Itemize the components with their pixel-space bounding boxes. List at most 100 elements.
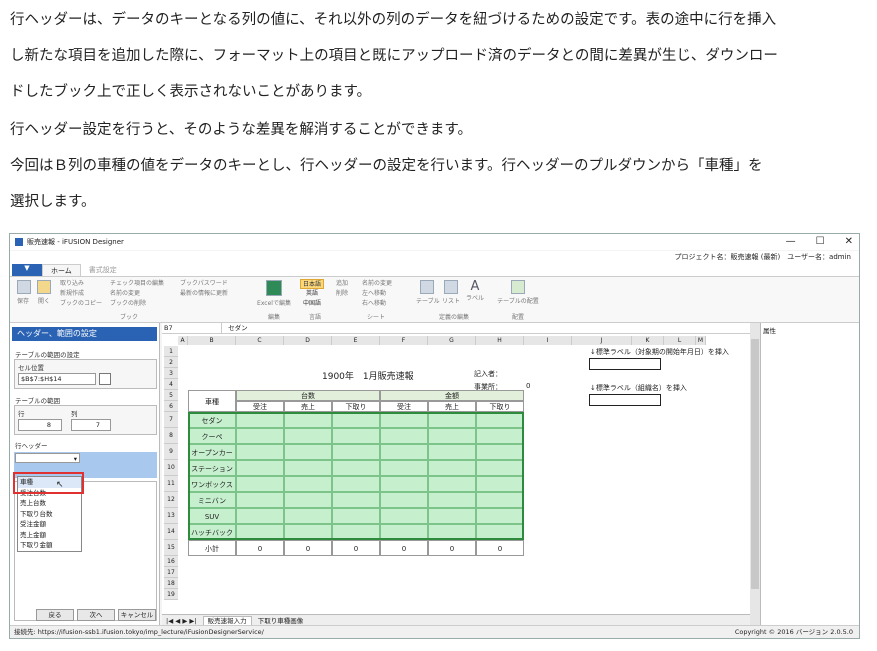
sheet-cell[interactable]: 台数 [236, 390, 380, 401]
sheet-cell[interactable]: 受注 [236, 401, 284, 412]
sheet-cell[interactable]: 0 [236, 540, 284, 556]
column-header[interactable]: B [188, 336, 236, 345]
dropdown-option[interactable]: 受注金額 [18, 519, 81, 530]
range-picker-icon[interactable] [99, 373, 111, 385]
table-arrange-icon[interactable] [511, 280, 525, 294]
row-header-select[interactable]: ▾ [15, 453, 80, 463]
column-header[interactable]: E [332, 336, 380, 345]
bookcopy-button[interactable]: ブックのコピー [60, 299, 102, 309]
sheet-nav-icon[interactable]: |◀ ◀ ▶ ▶| [162, 617, 201, 625]
tab-format[interactable]: 書式設定 [81, 264, 125, 276]
dropdown-option[interactable]: 下取り台数 [18, 509, 81, 520]
sheet-cell[interactable]: 車種 [188, 390, 236, 412]
maximize-button[interactable]: ☐ [816, 236, 825, 247]
lang-zh-button[interactable]: 中国語 [300, 299, 324, 309]
row-header[interactable]: 14 [164, 524, 178, 540]
row-header[interactable]: 17 [164, 567, 178, 578]
move-right-button[interactable]: 右へ移動 [362, 299, 392, 309]
refresh-button[interactable]: 最新の情報に更新 [180, 289, 228, 299]
open-button[interactable]: 開く [34, 297, 54, 307]
label-placeholder-2[interactable] [589, 394, 661, 406]
cancel-button[interactable]: キャンセル [118, 609, 156, 621]
sheet-cell[interactable]: 0 [428, 540, 476, 556]
cell-ref[interactable]: B7 [162, 323, 222, 334]
column-header[interactable]: A [178, 336, 188, 345]
row-header[interactable]: 9 [164, 444, 178, 460]
column-header[interactable]: F [380, 336, 428, 345]
sheet-cell[interactable]: 下取り [332, 401, 380, 412]
password-button[interactable]: ブックパスワード [180, 279, 228, 289]
row-header[interactable]: 19 [164, 589, 178, 600]
row-header[interactable]: 5 [164, 390, 178, 401]
row-header[interactable]: 16 [164, 556, 178, 567]
sheet-cell[interactable]: 下取り [476, 401, 524, 412]
dropdown-option[interactable]: 売上台数 [18, 498, 81, 509]
sheet-rename-button[interactable]: 名前の変更 [362, 279, 392, 289]
label-placeholder-1[interactable] [589, 358, 661, 370]
col-stepper[interactable]: 7 [71, 419, 111, 431]
list-icon[interactable] [444, 280, 458, 294]
lang-ja-button[interactable]: 日本語 [300, 279, 324, 289]
sheet-cell[interactable]: 売上 [428, 401, 476, 412]
column-header[interactable]: H [476, 336, 524, 345]
column-header[interactable]: D [284, 336, 332, 345]
cell-position-input[interactable]: $B$7:$H$14 [18, 373, 96, 385]
column-header[interactable]: I [524, 336, 572, 345]
folder-open-icon[interactable] [37, 280, 51, 294]
row-header[interactable]: 18 [164, 578, 178, 589]
move-left-button[interactable]: 左へ移動 [362, 289, 392, 299]
sheet-add-button[interactable]: 追加 [336, 279, 348, 289]
dropdown-option[interactable]: 下取り金額 [18, 540, 81, 551]
sheet-cell[interactable]: 0 [284, 540, 332, 556]
vertical-scrollbar[interactable] [750, 323, 760, 626]
tab-home[interactable]: ホーム [42, 264, 81, 276]
save-icon[interactable] [17, 280, 31, 294]
column-header[interactable]: K [632, 336, 664, 345]
row-header[interactable]: 11 [164, 476, 178, 492]
save-button[interactable]: 保存 [14, 297, 32, 307]
column-header[interactable]: L [664, 336, 696, 345]
row-header[interactable]: 1 [164, 346, 178, 357]
sheet-tab-2[interactable]: 下取り車種画像 [254, 617, 308, 625]
delete-book-button[interactable]: ブックの削除 [110, 299, 164, 309]
table-arrange-button[interactable]: テーブルの配置 [496, 297, 540, 307]
column-header[interactable]: M [696, 336, 706, 345]
row-header[interactable]: 7 [164, 412, 178, 428]
next-button[interactable]: 次へ [77, 609, 115, 621]
dropdown-option[interactable]: 売上金額 [18, 530, 81, 541]
file-tab[interactable]: ▼ [12, 264, 42, 276]
close-button[interactable]: ✕ [845, 236, 853, 247]
list-button[interactable]: リスト [440, 297, 462, 307]
column-header[interactable]: C [236, 336, 284, 345]
label-button[interactable]: ラベル [464, 294, 486, 304]
back-button[interactable]: 戻る [36, 609, 74, 621]
column-header[interactable]: J [572, 336, 632, 345]
sheet-cell[interactable]: 0 [380, 540, 428, 556]
sheet-cell[interactable]: 金額 [380, 390, 524, 401]
row-header[interactable]: 3 [164, 368, 178, 379]
new-button[interactable]: 新規作成 [60, 289, 102, 299]
sheet-cell[interactable]: 小計 [188, 540, 236, 556]
sheet-cell[interactable]: 受注 [380, 401, 428, 412]
row-header[interactable]: 2 [164, 357, 178, 368]
table-button[interactable]: テーブル [416, 297, 440, 307]
row-header[interactable]: 8 [164, 428, 178, 444]
checkitems-button[interactable]: チェック項目の編集 [110, 279, 164, 289]
excel-icon[interactable] [266, 280, 282, 296]
row-header[interactable]: 10 [164, 460, 178, 476]
excel-edit-button[interactable]: Excelで編集 [254, 299, 294, 309]
table-icon[interactable] [420, 280, 434, 294]
column-header[interactable]: G [428, 336, 476, 345]
row-header[interactable]: 12 [164, 492, 178, 508]
label-icon[interactable]: A [464, 279, 486, 294]
row-header[interactable]: 13 [164, 508, 178, 524]
row-stepper[interactable]: 8 [18, 419, 62, 431]
rename-book-button[interactable]: 名前の変更 [110, 289, 164, 299]
minimize-button[interactable]: — [786, 236, 796, 247]
sheet-cell[interactable]: 0 [332, 540, 380, 556]
sheet-cell[interactable]: 0 [476, 540, 524, 556]
sheet-delete-button[interactable]: 削除 [336, 289, 348, 299]
row-header[interactable]: 4 [164, 379, 178, 390]
sheet-cell[interactable]: 売上 [284, 401, 332, 412]
lang-en-button[interactable]: 英語 [300, 289, 324, 299]
